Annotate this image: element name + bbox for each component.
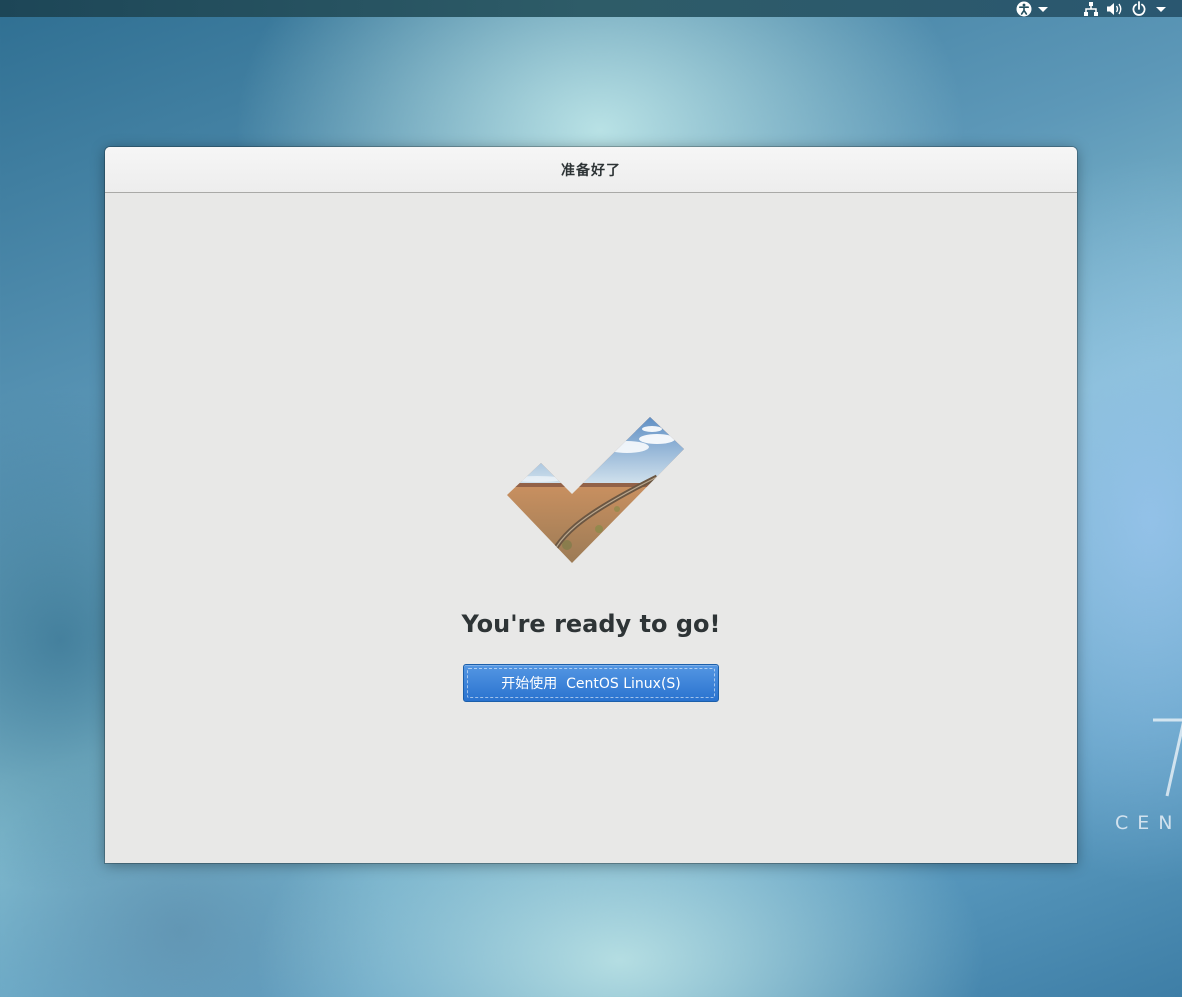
ready-heading: You're ready to go! [461,610,721,638]
accessibility-icon [1016,1,1032,16]
accessibility-menu[interactable] [1016,0,1050,17]
initial-setup-window: 准备好了 You're ready to go! 开始使用 CentOS Lin… [105,147,1077,863]
start-button-label: 开始使用 CentOS Linux(S) [501,676,681,692]
top-bar [0,0,1182,17]
centos-seven-logo [1153,718,1182,797]
power-icon [1132,0,1146,16]
chevron-down-icon [1156,6,1166,12]
window-title: 准备好了 [561,162,621,179]
chevron-down-icon [1038,6,1048,12]
window-titlebar: 准备好了 [105,147,1077,193]
centos-watermark-text: CEN [1115,812,1182,834]
start-using-centos-button[interactable]: 开始使用 CentOS Linux(S) [463,664,719,702]
volume-icon [1107,2,1122,15]
network-icon [1084,1,1098,16]
checkmark-landscape-icon [507,417,684,563]
system-menu[interactable] [1083,0,1168,17]
